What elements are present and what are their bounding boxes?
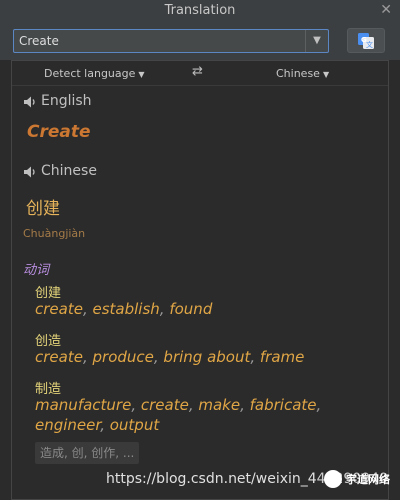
- source-language-dropdown[interactable]: Detect language ▼: [44, 67, 145, 80]
- part-of-speech: 动词: [23, 263, 50, 278]
- chevron-down-icon[interactable]: ▼: [305, 30, 328, 52]
- google-translate-icon: G 文: [358, 33, 374, 49]
- synonym[interactable]: produce: [93, 348, 154, 366]
- translation-panel: Detect language ▼ ⇄ Chinese ▼ English Crea…: [11, 60, 389, 500]
- source-word: Create: [27, 122, 91, 142]
- synonym[interactable]: found: [169, 300, 212, 318]
- synonyms-1: create, establish, found: [35, 300, 213, 318]
- synonyms-3: manufacture, create, make, fabricate,: [35, 396, 322, 414]
- title-bar: Translation ✕: [0, 0, 400, 23]
- synonym[interactable]: engineer: [35, 416, 100, 434]
- synonym[interactable]: output: [110, 416, 159, 434]
- source-text-combobox[interactable]: ▼: [13, 29, 329, 53]
- source-text-input[interactable]: [14, 30, 304, 52]
- chevron-down-icon: ▼: [322, 70, 330, 79]
- source-language-name: English: [41, 93, 92, 109]
- window-title: Translation: [164, 3, 236, 18]
- toolbar: ▼ G 文: [0, 22, 400, 60]
- source-language-label: Detect language: [44, 67, 136, 80]
- meaning-3: 制造: [35, 382, 62, 397]
- swap-arrows-icon[interactable]: ⇄: [192, 64, 203, 79]
- pinyin: Chuàngjiàn: [23, 227, 86, 240]
- svg-text:文: 文: [366, 40, 373, 49]
- synonym[interactable]: fabricate: [250, 396, 317, 414]
- target-language-name: Chinese: [41, 163, 97, 179]
- chevron-down-icon: ▼: [138, 70, 145, 79]
- synonym[interactable]: frame: [260, 348, 304, 366]
- target-language-dropdown[interactable]: Chinese ▼: [276, 67, 329, 80]
- watermark-url-text: https://blog.csdn.net/weixin_4: [106, 471, 317, 487]
- watermark-logo: 宇道网络: [324, 470, 394, 490]
- synonym[interactable]: establish: [93, 300, 160, 318]
- speaker-icon[interactable]: [23, 95, 37, 109]
- more-synonyms-button[interactable]: 造成, 创, 创作, ...: [35, 442, 140, 464]
- synonym[interactable]: manufacture: [35, 396, 131, 414]
- synonym[interactable]: create: [35, 300, 83, 318]
- synonyms-3-continued: engineer, output: [35, 416, 160, 434]
- target-language-label: Chinese: [276, 67, 320, 80]
- synonym[interactable]: create: [35, 348, 83, 366]
- watermark-logo-text: 宇道网络: [346, 473, 390, 486]
- synonym[interactable]: bring about: [163, 348, 250, 366]
- meaning-1: 创建: [35, 286, 62, 301]
- speaker-icon[interactable]: [23, 165, 37, 179]
- synonym[interactable]: create: [141, 396, 189, 414]
- meaning-2: 创造: [35, 334, 62, 349]
- translate-button[interactable]: G 文: [347, 28, 385, 53]
- logo-mark-icon: [324, 470, 342, 488]
- synonyms-2: create, produce, bring about, frame: [35, 348, 305, 366]
- synonym[interactable]: make: [198, 396, 240, 414]
- close-icon[interactable]: ✕: [380, 2, 392, 18]
- translated-word: 创建: [26, 199, 60, 219]
- language-bar: Detect language ▼ ⇄ Chinese ▼: [12, 61, 388, 86]
